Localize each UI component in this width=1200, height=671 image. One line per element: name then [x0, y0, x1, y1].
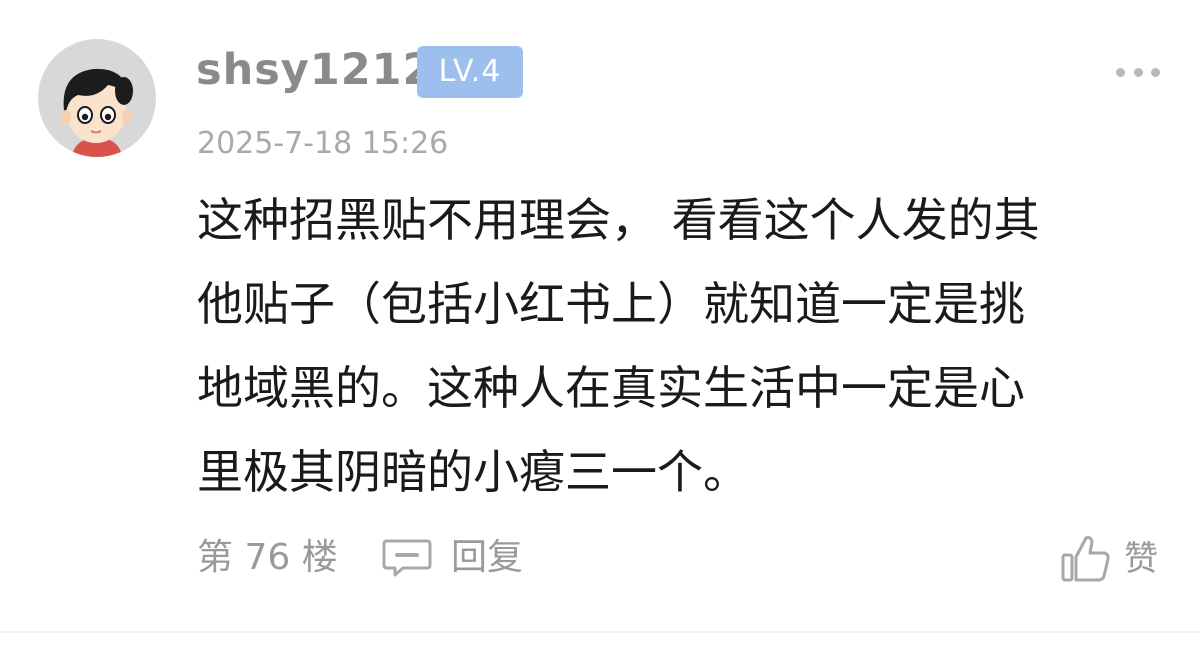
comment-line: 这种招黑贴不用理会， 看看这个人发的其: [197, 193, 1040, 247]
post-timestamp: 2025-7-18 15:26: [197, 126, 449, 161]
like-label: 赞: [1124, 539, 1158, 579]
more-options-button[interactable]: [1116, 60, 1160, 84]
more-dots-icon: [1151, 67, 1160, 77]
username[interactable]: shsy1212: [196, 40, 434, 100]
avatar[interactable]: [38, 39, 156, 157]
thumbs-up-icon: [1061, 536, 1110, 582]
comment-line: 他贴子（包括小红书上）就知道一定是挑: [197, 277, 1025, 331]
floor-number: 第 76 楼: [197, 537, 338, 578]
reply-label: 回复: [451, 537, 524, 578]
cartoon-boy-avatar-icon: [61, 68, 133, 157]
divider: [0, 631, 1200, 633]
like-button[interactable]: 赞: [1060, 532, 1158, 586]
level-badge: LV.4: [417, 46, 523, 98]
reply-button[interactable]: 回复: [381, 533, 523, 583]
comment-line: 里极其阴暗的小瘪三一个。: [197, 445, 749, 499]
comment-body: 这种招黑贴不用理会， 看看这个人发的其 他贴子（包括小红书上）就知道一定是挑 地…: [197, 178, 1157, 514]
more-dots-icon: [1116, 67, 1125, 77]
more-dots-icon: [1133, 67, 1143, 77]
comment-post: shsy1212 LV.4 2025-7-18 15:26 这种招黑贴不用理会，…: [0, 0, 1200, 671]
comment-line: 地域黑的。这种人在真实生活中一定是心: [197, 361, 1025, 415]
comment-icon: [382, 539, 432, 577]
